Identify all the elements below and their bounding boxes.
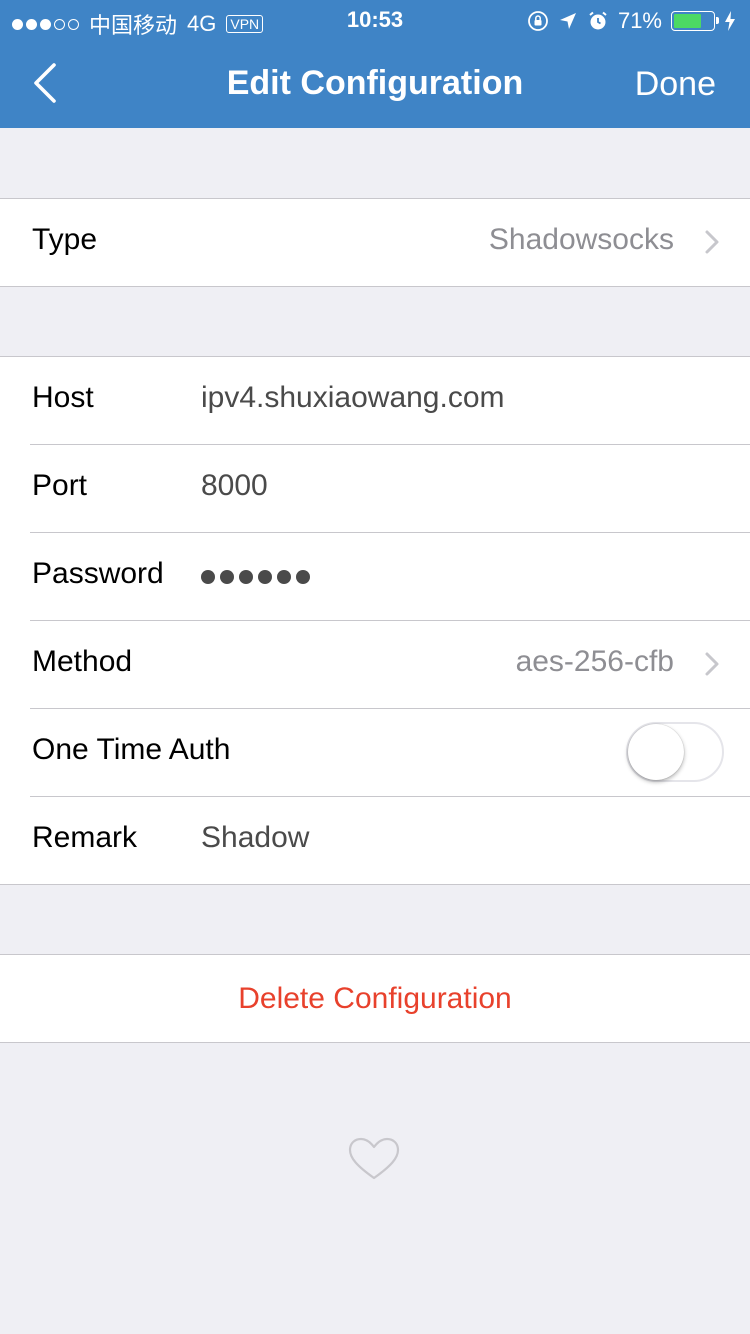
password-mask-dot — [258, 570, 272, 584]
charging-bolt-icon — [725, 11, 735, 31]
one-time-auth-row: One Time Auth — [30, 708, 750, 796]
delete-configuration-button[interactable]: Delete Configuration — [0, 955, 750, 1042]
heart-icon[interactable] — [347, 1136, 401, 1182]
toggle-knob — [628, 724, 684, 780]
password-row[interactable]: Password — [30, 532, 750, 620]
password-label: Password — [32, 557, 164, 590]
password-mask-dot — [239, 570, 253, 584]
method-value: aes-256-cfb — [515, 645, 674, 678]
navigation-bar: Edit Configuration Done — [0, 40, 750, 128]
password-mask-dot — [296, 570, 310, 584]
one-time-auth-toggle[interactable] — [626, 722, 724, 782]
done-button[interactable]: Done — [635, 65, 716, 104]
host-field[interactable]: ipv4.shuxiaowang.com — [201, 381, 505, 415]
type-row[interactable]: Type Shadowsocks — [0, 199, 750, 286]
port-field[interactable]: 8000 — [201, 469, 268, 503]
battery-icon — [671, 11, 719, 31]
remark-field[interactable]: Shadow — [201, 821, 309, 855]
battery-percent: 71% — [617, 8, 662, 33]
alarm-icon — [589, 11, 607, 30]
type-value: Shadowsocks — [488, 223, 674, 256]
type-section: Type Shadowsocks — [0, 198, 750, 287]
port-label: Port — [32, 469, 88, 502]
chevron-right-icon — [705, 652, 719, 676]
chevron-right-icon — [705, 230, 719, 254]
location-icon — [559, 13, 576, 29]
type-label: Type — [32, 223, 98, 256]
remark-label: Remark — [32, 821, 138, 854]
one-time-auth-label: One Time Auth — [32, 733, 231, 766]
status-bar: 中国移动 4G VPN 10:53 71% — [0, 0, 750, 40]
host-label: Host — [32, 381, 94, 414]
top-bar: 中国移动 4G VPN 10:53 71% Edit Configuration… — [0, 0, 750, 128]
method-row[interactable]: Method aes-256-cfb — [30, 620, 750, 708]
password-mask-dot — [277, 570, 291, 584]
status-right: 71% — [527, 8, 736, 34]
password-mask-dot — [220, 570, 234, 584]
delete-section: Delete Configuration — [0, 954, 750, 1043]
password-mask-dot — [201, 570, 215, 584]
host-row[interactable]: Host ipv4.shuxiaowang.com — [0, 357, 750, 444]
config-section: Host ipv4.shuxiaowang.com Port 8000 Pass… — [0, 356, 750, 885]
port-row[interactable]: Port 8000 — [30, 444, 750, 532]
remark-row[interactable]: Remark Shadow — [30, 796, 750, 884]
rotation-lock-icon — [528, 11, 548, 31]
password-field[interactable] — [201, 570, 310, 584]
method-label: Method — [32, 645, 133, 678]
